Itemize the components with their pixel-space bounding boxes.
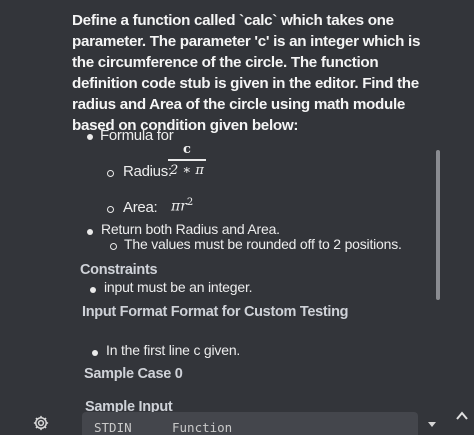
radius-numerator: c	[183, 142, 191, 157]
bullet-dot	[87, 134, 93, 140]
bullet-dot	[90, 287, 96, 293]
bullet-ring	[107, 206, 114, 213]
constraints-heading: Constraints	[80, 262, 158, 278]
sample-case-heading: Sample Case 0	[84, 366, 183, 382]
problem-statement: Define a function called `calc` which ta…	[72, 12, 421, 134]
area-formula: πr2	[171, 197, 193, 215]
bullet-dot	[87, 229, 93, 235]
input-format-item: In the first line c given.	[106, 342, 241, 358]
area-exponent: 2	[186, 197, 194, 208]
formula-label: Formula for	[100, 127, 174, 144]
chevron-up-icon[interactable]	[455, 410, 469, 422]
input-format-heading: Input Format Format for Custom Testing	[82, 304, 349, 320]
rounding-text: The values must be rounded off to 2 posi…	[124, 236, 402, 252]
problem-description-panel: Define a function called `calc` which ta…	[0, 0, 474, 435]
radius-label: Radius:	[123, 163, 172, 180]
sample-input-code-block: STDIN Function	[82, 412, 418, 435]
fraction-bar	[168, 159, 206, 161]
caret-down-icon[interactable]	[428, 422, 436, 427]
area-label: Area:	[123, 199, 158, 216]
stdin-column-label: STDIN	[94, 420, 132, 435]
bullet-dot	[92, 350, 98, 356]
constraints-item: input must be an integer.	[104, 279, 253, 295]
bullet-ring	[107, 170, 114, 177]
vertical-scrollbar[interactable]	[436, 150, 440, 300]
bullet-ring	[110, 243, 117, 250]
radius-denominator: 2 ∗ π	[170, 162, 204, 178]
return-text: Return both Radius and Area.	[101, 221, 280, 237]
radius-fraction: c 2 ∗ π	[168, 142, 206, 178]
gear-icon[interactable]	[32, 414, 50, 432]
area-formula-base: πr	[171, 198, 187, 215]
function-column-label: Function	[172, 420, 233, 435]
